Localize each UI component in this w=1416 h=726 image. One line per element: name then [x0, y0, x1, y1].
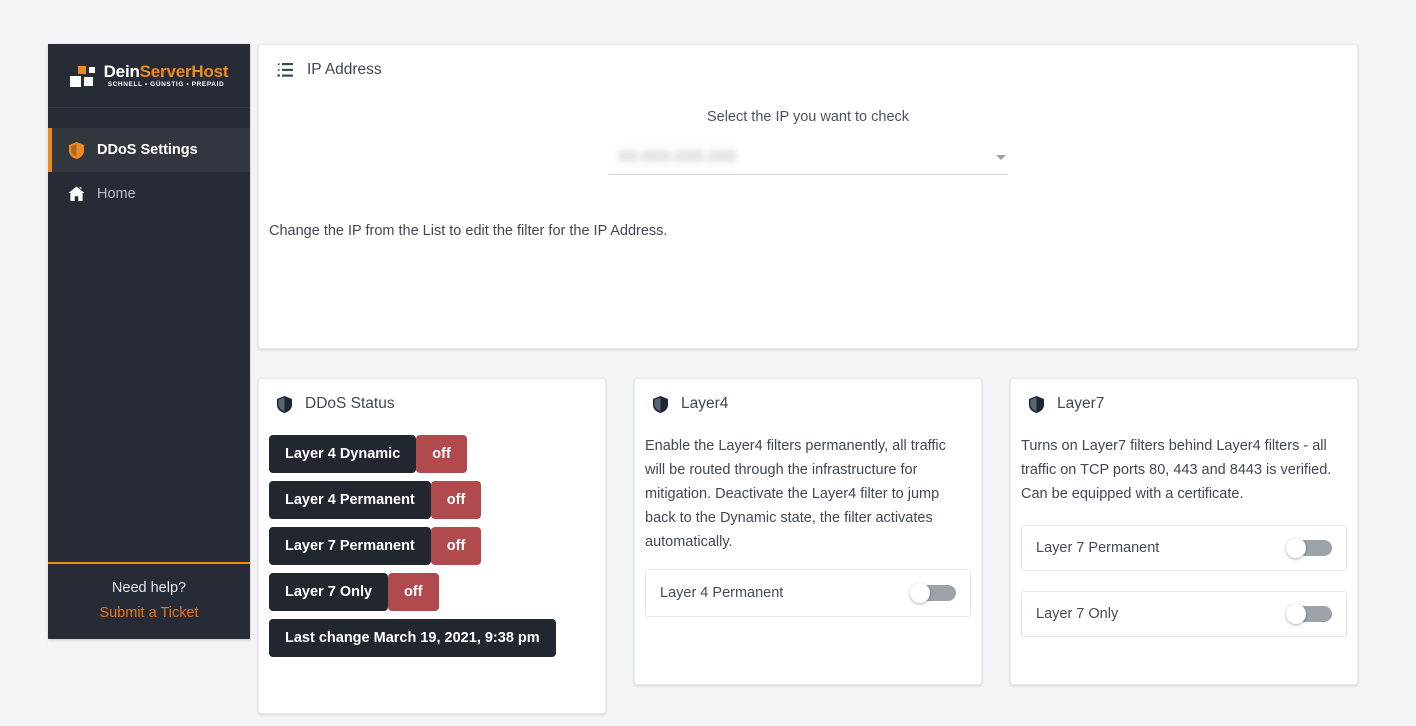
layer4-description: Enable the Layer4 filters permanently, a…	[635, 413, 981, 555]
status-badge: off	[431, 527, 482, 565]
last-change-badge: Last change March 19, 2021, 9:38 pm	[269, 619, 556, 657]
ddos-status-card: DDoS Status Layer 4 Dynamic off Layer 4 …	[258, 378, 606, 714]
layer7-permanent-switch[interactable]	[1286, 538, 1332, 558]
help-title: Need help?	[58, 580, 240, 596]
ip-select-input[interactable]: XX.XXX.XXX.XXX	[608, 149, 1008, 175]
layer4-permanent-toggle-row[interactable]: Layer 4 Permanent	[645, 569, 971, 617]
status-badge: off	[431, 481, 482, 519]
switch-knob	[1286, 538, 1306, 558]
switch-knob	[1286, 604, 1306, 624]
sidebar-item-ddos-settings[interactable]: DDoS Settings	[48, 128, 250, 172]
status-row: Layer 7 Only off	[269, 573, 605, 611]
layer7-card-header: Layer7	[1011, 379, 1357, 413]
layer4-permanent-switch[interactable]	[910, 583, 956, 603]
layer7-permanent-toggle-row[interactable]: Layer 7 Permanent	[1021, 525, 1347, 571]
chevron-down-icon	[996, 155, 1006, 160]
layer4-card: Layer4 Enable the Layer4 filters permane…	[634, 378, 982, 685]
submit-ticket-link[interactable]: Submit a Ticket	[58, 605, 240, 621]
home-icon	[68, 186, 85, 202]
layer4-card-title: Layer4	[681, 395, 728, 413]
app-root: DeinServerHost SCHNELL • GÜNSTIG • PREPA…	[0, 0, 1416, 726]
toggle-label: Layer 4 Permanent	[660, 585, 783, 601]
logo-wordmark: DeinServerHost	[104, 63, 229, 80]
layer4-card-header: Layer4	[635, 379, 981, 413]
ip-address-card: IP Address Select the IP you want to che…	[258, 44, 1358, 349]
layer7-only-toggle-row[interactable]: Layer 7 Only	[1021, 591, 1347, 637]
logo-word-first: Dein	[104, 62, 140, 81]
ip-select-label: Select the IP you want to check	[259, 109, 1357, 125]
page-title: IP Address	[307, 61, 382, 79]
sidebar-item-label: Home	[97, 186, 136, 202]
ip-select-value: XX.XXX.XXX.XXX	[618, 149, 736, 165]
status-badge-label: Layer 7 Only	[269, 573, 388, 611]
layer7-card-title: Layer7	[1057, 395, 1104, 413]
status-row: Layer 7 Permanent off	[269, 527, 605, 565]
shield-icon	[1029, 396, 1044, 413]
ip-card-header: IP Address	[259, 45, 1357, 79]
layer7-only-switch[interactable]	[1286, 604, 1332, 624]
status-badge: off	[416, 435, 467, 473]
sidebar-filler	[48, 216, 250, 562]
status-row: Layer 4 Dynamic off	[269, 435, 605, 473]
status-badge-label: Layer 4 Dynamic	[269, 435, 416, 473]
shield-icon	[653, 396, 668, 413]
status-row: Layer 4 Permanent off	[269, 481, 605, 519]
last-change-row: Last change March 19, 2021, 9:38 pm	[269, 619, 605, 657]
layer4-toggle-list: Layer 4 Permanent	[635, 555, 981, 617]
sidebar: DeinServerHost SCHNELL • GÜNSTIG • PREPA…	[48, 44, 250, 639]
logo-word-second: ServerHost	[140, 62, 229, 81]
brand-logo[interactable]: DeinServerHost SCHNELL • GÜNSTIG • PREPA…	[48, 44, 250, 108]
layer7-toggle-list: Layer 7 Permanent Layer 7 Only	[1011, 507, 1357, 637]
status-card-header: DDoS Status	[259, 379, 605, 413]
shield-icon	[277, 396, 292, 413]
status-badge-list: Layer 4 Dynamic off Layer 4 Permanent of…	[259, 413, 605, 657]
layer7-description: Turns on Layer7 filters behind Layer4 fi…	[1011, 413, 1357, 507]
sidebar-spacer	[48, 108, 250, 128]
sidebar-item-home[interactable]: Home	[48, 172, 250, 216]
status-badge-label: Layer 7 Permanent	[269, 527, 431, 565]
layer7-card: Layer7 Turns on Layer7 filters behind La…	[1010, 378, 1358, 685]
toggle-label: Layer 7 Only	[1036, 606, 1118, 622]
logo-tagline: SCHNELL • GÜNSTIG • PREPAID	[104, 82, 229, 89]
list-tasks-icon	[277, 62, 294, 78]
ip-select-section: Select the IP you want to check XX.XXX.X…	[259, 109, 1357, 175]
sidebar-item-label: DDoS Settings	[97, 142, 198, 158]
logo-squares-icon	[70, 64, 96, 88]
ip-help-note: Change the IP from the List to edit the …	[259, 223, 1357, 239]
status-badge-label: Layer 4 Permanent	[269, 481, 431, 519]
sidebar-help-block: Need help? Submit a Ticket	[48, 562, 250, 639]
switch-knob	[910, 583, 930, 603]
status-card-title: DDoS Status	[305, 395, 395, 413]
toggle-label: Layer 7 Permanent	[1036, 540, 1159, 556]
status-badge: off	[388, 573, 439, 611]
shield-icon	[68, 142, 85, 159]
